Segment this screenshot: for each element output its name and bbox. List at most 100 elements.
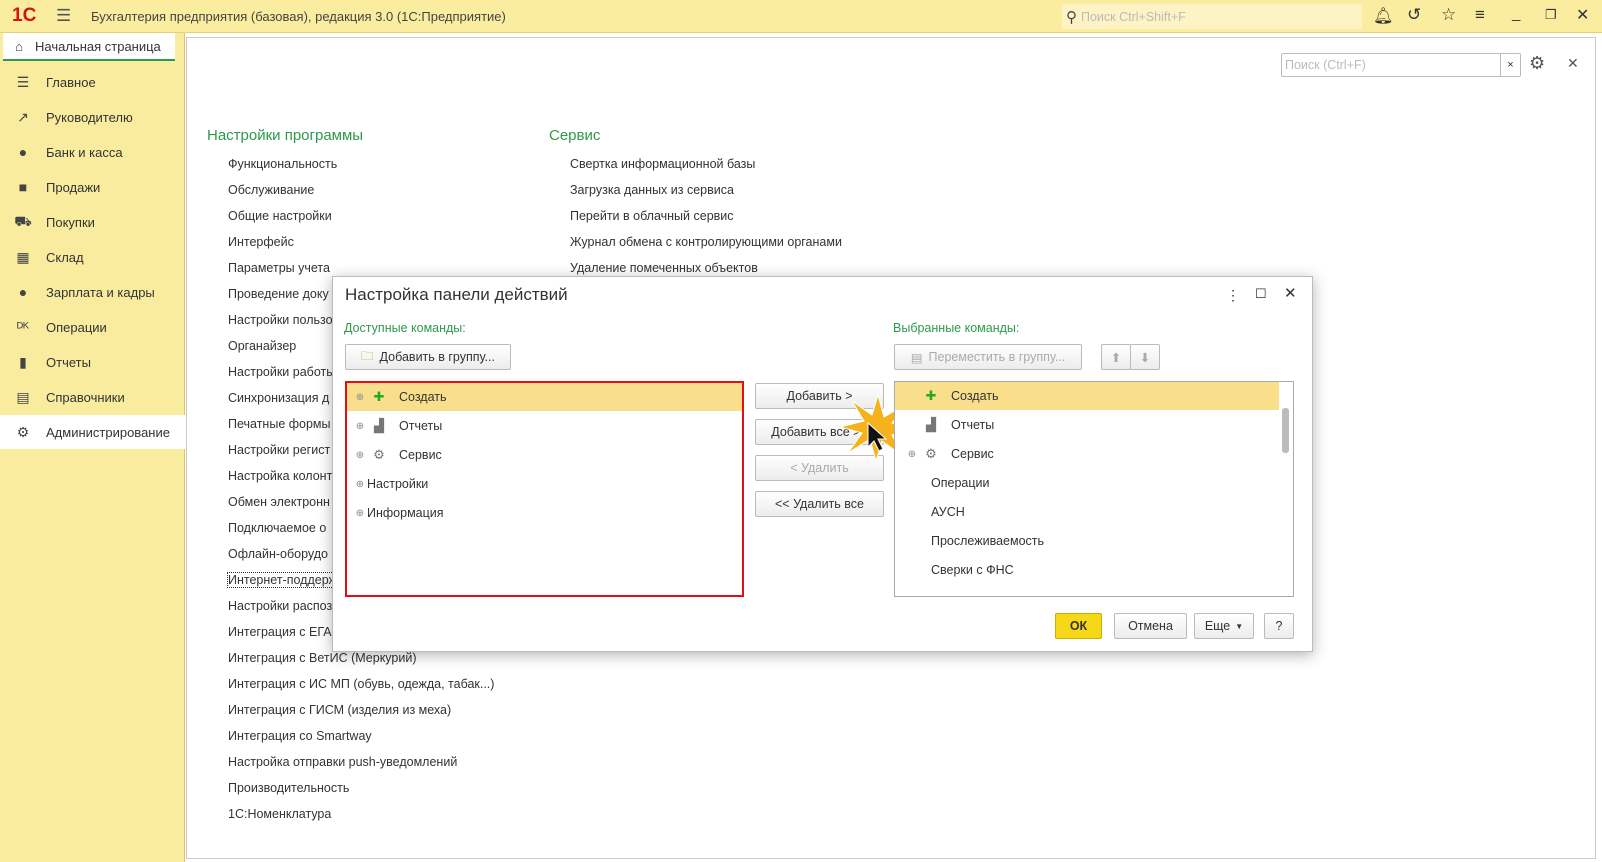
command-row[interactable]: АУСН [895, 498, 1279, 526]
history-icon[interactable]: ↺ [1407, 5, 1421, 25]
settings-link[interactable]: Интерфейс [228, 235, 294, 249]
sidebar-item[interactable]: ᴰᴷ Операции [0, 310, 185, 344]
move-up-button[interactable]: ⬆ [1101, 344, 1131, 370]
scrollbar-thumb[interactable] [1282, 408, 1289, 453]
move-to-group-label: Переместить в группу... [928, 350, 1066, 364]
help-button[interactable]: ? [1264, 613, 1294, 639]
gear-icon: ⚙ [373, 447, 385, 462]
page-search-input[interactable]: Поиск (Ctrl+F) × [1281, 53, 1521, 77]
cancel-button[interactable]: Отмена [1114, 613, 1187, 639]
expand-icon[interactable]: ⊕ [353, 508, 367, 519]
search-icon: ⚲ [1066, 8, 1077, 26]
settings-gear-icon[interactable]: ⚙ [1529, 53, 1545, 74]
command-row[interactable]: Операции [895, 469, 1279, 497]
expand-icon[interactable]: ⊕ [353, 421, 367, 432]
ok-button[interactable]: ОК [1055, 613, 1102, 639]
settings-link[interactable]: Функциональность [228, 157, 337, 171]
settings-link[interactable]: Настройка отправки push-уведомлений [228, 755, 457, 769]
settings-link[interactable]: Настройка колонт [228, 469, 332, 483]
sidebar-item[interactable]: ⚙ Администрирование [0, 415, 185, 449]
settings-link[interactable]: Офлайн-оборудо [228, 547, 328, 561]
settings-link[interactable]: Проведение доку [228, 287, 329, 301]
restore-icon[interactable]: ❐ [1545, 7, 1557, 23]
command-row[interactable]: ⊕ Информация [347, 499, 742, 527]
command-label: Прослеживаемость [931, 534, 1045, 548]
sidebar-item[interactable]: ▤ Справочники [0, 380, 185, 414]
panel-menu-icon[interactable]: ≡ [1475, 5, 1485, 25]
service-link[interactable]: Перейти в облачный сервис [570, 209, 734, 223]
service-link[interactable]: Журнал обмена с контролирующими органами [570, 235, 842, 249]
sidebar-item[interactable]: ■ Продажи [0, 170, 185, 204]
settings-link[interactable]: Органайзер [228, 339, 296, 353]
more-button[interactable]: Еще ▼ [1194, 613, 1254, 639]
title-bar: 1С ☰ Бухгалтерия предприятия (базовая), … [0, 0, 1602, 33]
settings-link[interactable]: Обмен электронн [228, 495, 330, 509]
settings-link[interactable]: Обслуживание [228, 183, 314, 197]
expand-icon[interactable]: ⊕ [353, 479, 367, 490]
service-link[interactable]: Удаление помеченных объектов [570, 261, 758, 275]
settings-link[interactable]: Интеграция с ГИСМ (изделия из меха) [228, 703, 451, 717]
tab-home[interactable]: ⌂ Начальная страница [3, 33, 175, 61]
action-panel-settings-dialog: Настройка панели действий ⋮ ☐ ✕ Доступны… [332, 276, 1313, 652]
coin-icon: ● [18, 144, 28, 160]
star-icon[interactable]: ☆ [1441, 5, 1456, 25]
sidebar-item[interactable]: ▮ Отчеты [0, 345, 185, 379]
command-row[interactable]: ⊕ ✚ Создать [347, 383, 742, 411]
close-dialog-icon[interactable]: ✕ [1284, 284, 1297, 302]
settings-link[interactable]: Интеграция со Smartway [228, 729, 372, 743]
command-label: Сервис [399, 448, 442, 462]
remove-all-button[interactable]: << Удалить все [755, 491, 884, 517]
available-commands-list[interactable]: ⊕ ✚ Создать ⊕ ▟ Отчеты ⊕ ⚙ Сервис ⊕ Настройки ⊕ Инфо… [345, 381, 744, 597]
move-to-group-button[interactable]: ▤ Переместить в группу... [894, 344, 1082, 370]
close-window-icon[interactable]: ✕ [1576, 5, 1589, 25]
global-search-input[interactable]: ⚲ Поиск Ctrl+Shift+F [1062, 4, 1362, 29]
command-row[interactable]: ⊕ Настройки [347, 470, 742, 498]
bell-icon[interactable]: 🔔︎ [1373, 6, 1393, 26]
command-row[interactable]: ▟ Отчеты [895, 411, 1279, 439]
minimize-icon[interactable]: _ [1512, 5, 1520, 22]
sidebar-item[interactable]: ● Банк и касса [0, 135, 185, 169]
settings-link[interactable]: Синхронизация д [228, 391, 329, 405]
settings-link[interactable]: Настройки работы [228, 365, 335, 379]
book-icon: ▤ [16, 388, 30, 405]
settings-link[interactable]: Параметры учета [228, 261, 330, 275]
sidebar-item[interactable]: ⛟ Покупки [0, 205, 185, 239]
command-row[interactable]: ⊕ ⚙ Сервис [347, 441, 742, 469]
command-row[interactable]: Прослеживаемость [895, 527, 1279, 555]
expand-icon[interactable]: ⊕ [353, 392, 367, 403]
command-row[interactable]: Сверки с ФНС [895, 556, 1279, 584]
move-down-button[interactable]: ⬇ [1130, 344, 1160, 370]
add-to-group-button[interactable]: 🗀︎ Добавить в группу... [345, 344, 511, 370]
settings-link[interactable]: Общие настройки [228, 209, 332, 223]
expand-icon[interactable]: ⊕ [353, 450, 367, 461]
sidebar-item[interactable]: ↗ Руководителю [0, 100, 185, 134]
settings-link[interactable]: Настройки регист [228, 443, 330, 457]
settings-link[interactable]: Интернет-поддерж [226, 572, 339, 588]
settings-link[interactable]: Печатные формы [228, 417, 331, 431]
sidebar-item[interactable]: ▦ Склад [0, 240, 185, 274]
sidebar-item[interactable]: ● Зарплата и кадры [0, 275, 185, 309]
settings-link[interactable]: Производительность [228, 781, 349, 795]
clear-search-icon[interactable]: × [1500, 54, 1520, 76]
expand-icon[interactable]: ⊕ [905, 449, 919, 460]
command-row[interactable]: ⊕ ▟ Отчеты [347, 412, 742, 440]
command-row[interactable]: ⊕ ⚙ Сервис [895, 440, 1279, 468]
settings-link[interactable]: Интеграция с ВетИС (Меркурий) [228, 651, 417, 665]
settings-link[interactable]: Интеграция с ИС МП (обувь, одежда, табак… [228, 677, 494, 691]
grid-icon: ▦ [16, 248, 30, 265]
sidebar-item[interactable]: ☰ Главное [0, 65, 185, 99]
settings-link[interactable]: Подключаемое о [228, 521, 326, 535]
service-link[interactable]: Свертка информационной базы [570, 157, 755, 171]
settings-link[interactable]: Настройки распоз [228, 599, 332, 613]
selected-commands-list[interactable]: ✚ Создать ▟ Отчеты ⊕ ⚙ Сервис Операции АУСН Просл… [894, 381, 1294, 597]
settings-link[interactable]: Интеграция с ЕГА [228, 625, 332, 639]
main-menu-icon[interactable]: ☰ [56, 6, 71, 26]
close-page-icon[interactable]: ✕ [1567, 55, 1579, 72]
command-row[interactable]: ✚ Создать [895, 382, 1279, 410]
settings-link[interactable]: 1С:Номенклатура [228, 807, 331, 821]
settings-link[interactable]: Настройки пользо [228, 313, 333, 327]
maximize-icon[interactable]: ☐ [1255, 286, 1267, 302]
sidebar-item-label: Склад [46, 249, 84, 265]
more-actions-icon[interactable]: ⋮ [1226, 287, 1240, 304]
service-link[interactable]: Загрузка данных из сервиса [570, 183, 734, 197]
